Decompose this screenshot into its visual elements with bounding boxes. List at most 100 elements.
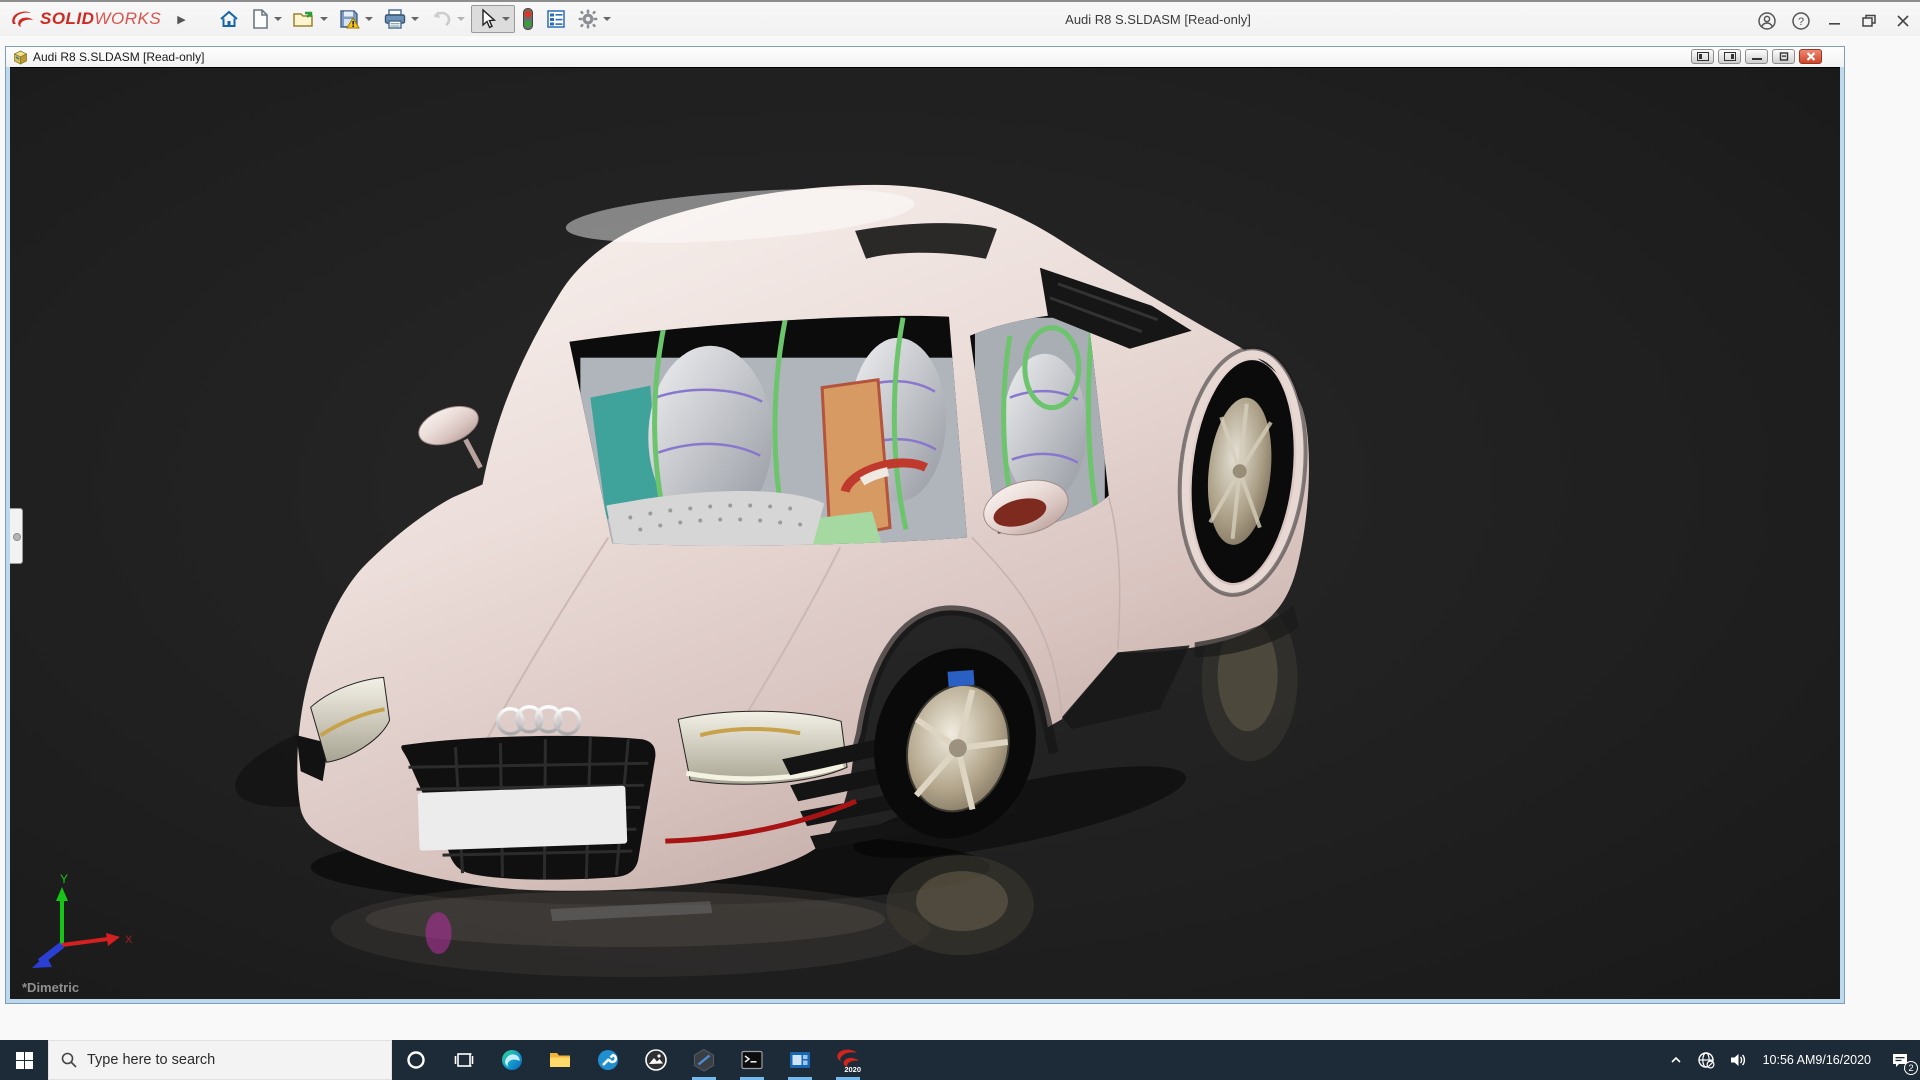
open-button[interactable] [288,5,332,33]
clock-date: 9/16/2020 [1815,1052,1871,1067]
photos-icon [645,1049,667,1071]
document-restore-button[interactable] [1772,49,1795,64]
taskbar-search[interactable] [48,1040,392,1080]
main-titlebar: SOLIDWORKS ▶ Audi R8 S.SLDASM [Read-only… [0,0,1920,36]
graphics-viewport[interactable]: Y X *Dimetric [10,67,1840,999]
print-dropdown[interactable] [410,17,419,21]
edge-icon [502,1050,522,1070]
globe-no-internet-icon [1697,1052,1715,1069]
windows-logo-icon [15,1051,33,1069]
chevron-up-icon [1670,1056,1681,1063]
new-document-icon [252,9,268,29]
orientation-triad[interactable]: Y X [24,873,136,973]
solidworks-taskbar-button[interactable]: 2020 [824,1040,872,1080]
restore-button[interactable] [1852,6,1886,36]
file-explorer-button[interactable] [536,1040,584,1080]
new-document-dropdown[interactable] [273,17,282,21]
new-document-button[interactable] [246,5,286,33]
select-tool-dropdown[interactable] [501,17,510,21]
close-icon [1897,15,1909,27]
options-dropdown[interactable] [602,17,611,21]
options-button[interactable] [573,5,615,33]
undo-button[interactable] [425,5,469,33]
account-button[interactable] [1750,6,1784,36]
wrench-icon [598,1050,618,1070]
document-window: Audi R8 S.SLDASM [Read-only] Y X *Dimetr… [5,46,1845,1004]
edge-button[interactable] [488,1040,536,1080]
document-minimize-button[interactable] [1745,49,1768,64]
speaker-icon [1730,1054,1745,1066]
system-tray: 10:56 AM 9/16/2020 2 [1662,1040,1920,1080]
command-prompt-button[interactable] [728,1040,776,1080]
search-input[interactable] [87,1052,357,1068]
document-close-button[interactable] [1799,49,1822,64]
help-button[interactable]: ? [1784,6,1818,36]
select-cursor-icon [481,8,496,29]
file-explorer-icon [550,1053,570,1067]
gear-icon [578,9,598,29]
main-window-title: Audi R8 S.SLDASM [Read-only] [1065,12,1251,27]
remote-window-button[interactable] [776,1040,824,1080]
document-window-controls [1691,49,1822,64]
undo-icon [433,11,450,27]
settings-tool-button[interactable] [584,1040,632,1080]
network-status[interactable] [1690,1040,1722,1080]
save-icon [339,10,360,29]
traffic-light-icon [522,8,533,30]
solidworks-app: SOLIDWORKS ▶ Audi R8 S.SLDASM [Read-only… [0,0,1920,1080]
search-icon [61,1052,77,1068]
brand-text: SOLIDWORKS [40,9,162,28]
cortana-button[interactable] [392,1040,440,1080]
minimize-icon [1829,23,1840,25]
main-window-controls: ? [1750,4,1920,38]
save-dropdown[interactable] [364,17,373,21]
collapse-right-pane-button[interactable] [1718,49,1741,64]
clock-time: 10:56 AM [1762,1052,1816,1067]
save-button[interactable] [334,5,377,33]
assembly-icon [13,50,28,65]
select-tool-button[interactable] [470,5,515,33]
solidworks-logo[interactable]: SOLIDWORKS [10,8,161,30]
dev-hexagon-button[interactable] [680,1040,728,1080]
taskbar-clock[interactable]: 10:56 AM 9/16/2020 [1754,1040,1880,1080]
help-icon: ? [1792,12,1810,30]
undo-dropdown[interactable] [456,17,465,21]
document-titlebar[interactable]: Audi R8 S.SLDASM [Read-only] [6,47,1844,67]
featuremanager-collapsed-tab[interactable] [10,508,23,564]
windshield [569,315,967,546]
task-view-button[interactable] [440,1040,488,1080]
main-toolbar [214,5,615,33]
start-button[interactable] [0,1040,48,1080]
doc-minimize-icon [1751,58,1762,60]
task-view-icon [454,1053,474,1067]
notification-badge: 2 [1904,1061,1918,1075]
svg-text:?: ? [1798,16,1804,28]
open-dropdown[interactable] [319,17,328,21]
axis-x-label: X [125,934,133,946]
home-button[interactable] [214,5,244,33]
restore-icon [1862,14,1876,27]
view-orientation-label: *Dimetric [22,980,80,995]
action-center-button[interactable]: 2 [1880,1040,1920,1080]
hidden-icons-chevron[interactable] [1662,1040,1690,1080]
cortana-icon [407,1051,425,1069]
print-icon [384,9,405,29]
document-title: Audi R8 S.SLDASM [Read-only] [33,50,205,64]
volume-control[interactable] [1722,1040,1754,1080]
audi-r8-3d-model [235,184,1309,978]
print-button[interactable] [379,5,423,33]
pane-right-icon [1723,52,1736,61]
minimize-button[interactable] [1818,6,1852,36]
account-icon [1758,12,1776,30]
app-window-icon [790,1052,810,1068]
task-pane-button[interactable] [541,5,571,33]
close-button[interactable] [1886,6,1920,36]
doc-restore-icon [1779,52,1788,61]
solidworks-logo-icon [12,11,33,27]
rebuild-button[interactable] [517,5,539,33]
menu-expand-arrow[interactable]: ▶ [177,13,185,26]
collapse-left-pane-button[interactable] [1691,49,1714,64]
home-icon [219,10,238,27]
list-panel-icon [546,10,565,28]
photos-button[interactable] [632,1040,680,1080]
